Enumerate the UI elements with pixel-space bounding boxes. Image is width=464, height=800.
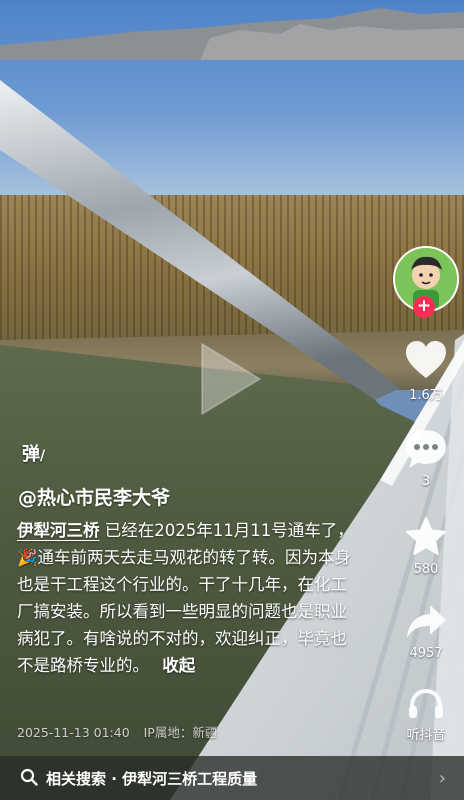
headphones-icon — [409, 688, 443, 718]
play-icon[interactable] — [196, 340, 266, 418]
share-button[interactable]: 4957 — [392, 602, 460, 661]
caption-text: 已经在2025年11月11号通车了，🎉通车前两天去走马观花的转了转。因为本身也是… — [17, 521, 354, 675]
hashtag-link[interactable]: 伊犁河三桥 — [17, 521, 100, 540]
like-button[interactable]: 1.6万 — [392, 340, 460, 403]
danmu-toggle[interactable]: 弹/ — [22, 440, 45, 466]
follow-button[interactable]: + — [413, 296, 435, 318]
author-name[interactable]: @热心市民李大爷 — [18, 483, 170, 510]
heart-icon — [406, 341, 446, 378]
favorite-count: 580 — [413, 562, 439, 577]
post-timestamp: 2025-11-13 01:40 — [17, 725, 130, 740]
related-search-bar[interactable]: 相关搜索 · 伊犁河三桥工程质量 › — [0, 756, 464, 800]
comment-count: 3 — [421, 474, 431, 489]
star-icon — [406, 517, 446, 555]
search-icon — [20, 768, 38, 786]
listen-label: 听抖音 — [406, 728, 446, 743]
share-count: 4957 — [409, 646, 443, 661]
post-meta: 2025-11-13 01:40 IP属地：新疆 — [17, 722, 227, 741]
collapse-button[interactable]: 收起 — [162, 656, 195, 675]
danmu-slash-icon: / — [40, 448, 46, 464]
share-arrow-icon — [407, 605, 446, 638]
favorite-button[interactable]: 580 — [392, 516, 460, 577]
ip-location: IP属地：新疆 — [143, 725, 218, 740]
danmu-label: 弹 — [22, 444, 40, 465]
listen-button[interactable]: 听抖音 — [392, 688, 460, 743]
comment-button[interactable]: 3 — [392, 428, 460, 489]
like-count: 1.6万 — [409, 388, 443, 403]
comment-icon — [406, 430, 446, 468]
related-search-label: 相关搜索 · 伊犁河三桥工程质量 — [46, 770, 258, 788]
video-caption: 伊犁河三桥 已经在2025年11月11号通车了，🎉通车前两天去走马观花的转了转。… — [17, 517, 362, 679]
chevron-right-icon: › — [438, 768, 446, 789]
